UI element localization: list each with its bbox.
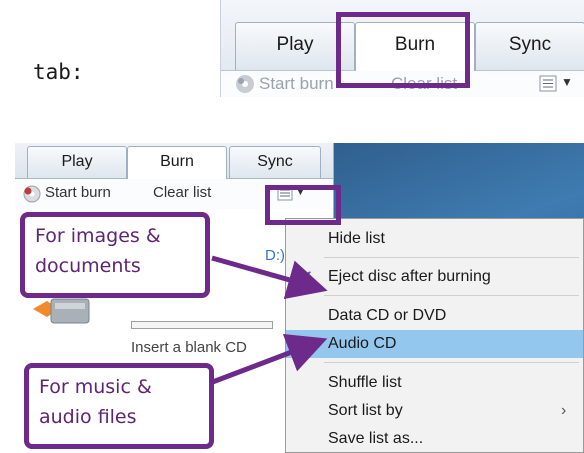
callout-line: audio files: [39, 406, 137, 428]
arrow-to-data-cd: [211, 255, 328, 300]
callout-music-audio: For music & audio files: [24, 363, 214, 449]
callout-line: For images &: [35, 225, 161, 247]
callout-images-documents: For images & documents: [20, 212, 210, 298]
callout-line: For music &: [39, 376, 152, 398]
callout-line: documents: [35, 255, 141, 277]
arrow-to-audio-cd: [209, 333, 328, 386]
